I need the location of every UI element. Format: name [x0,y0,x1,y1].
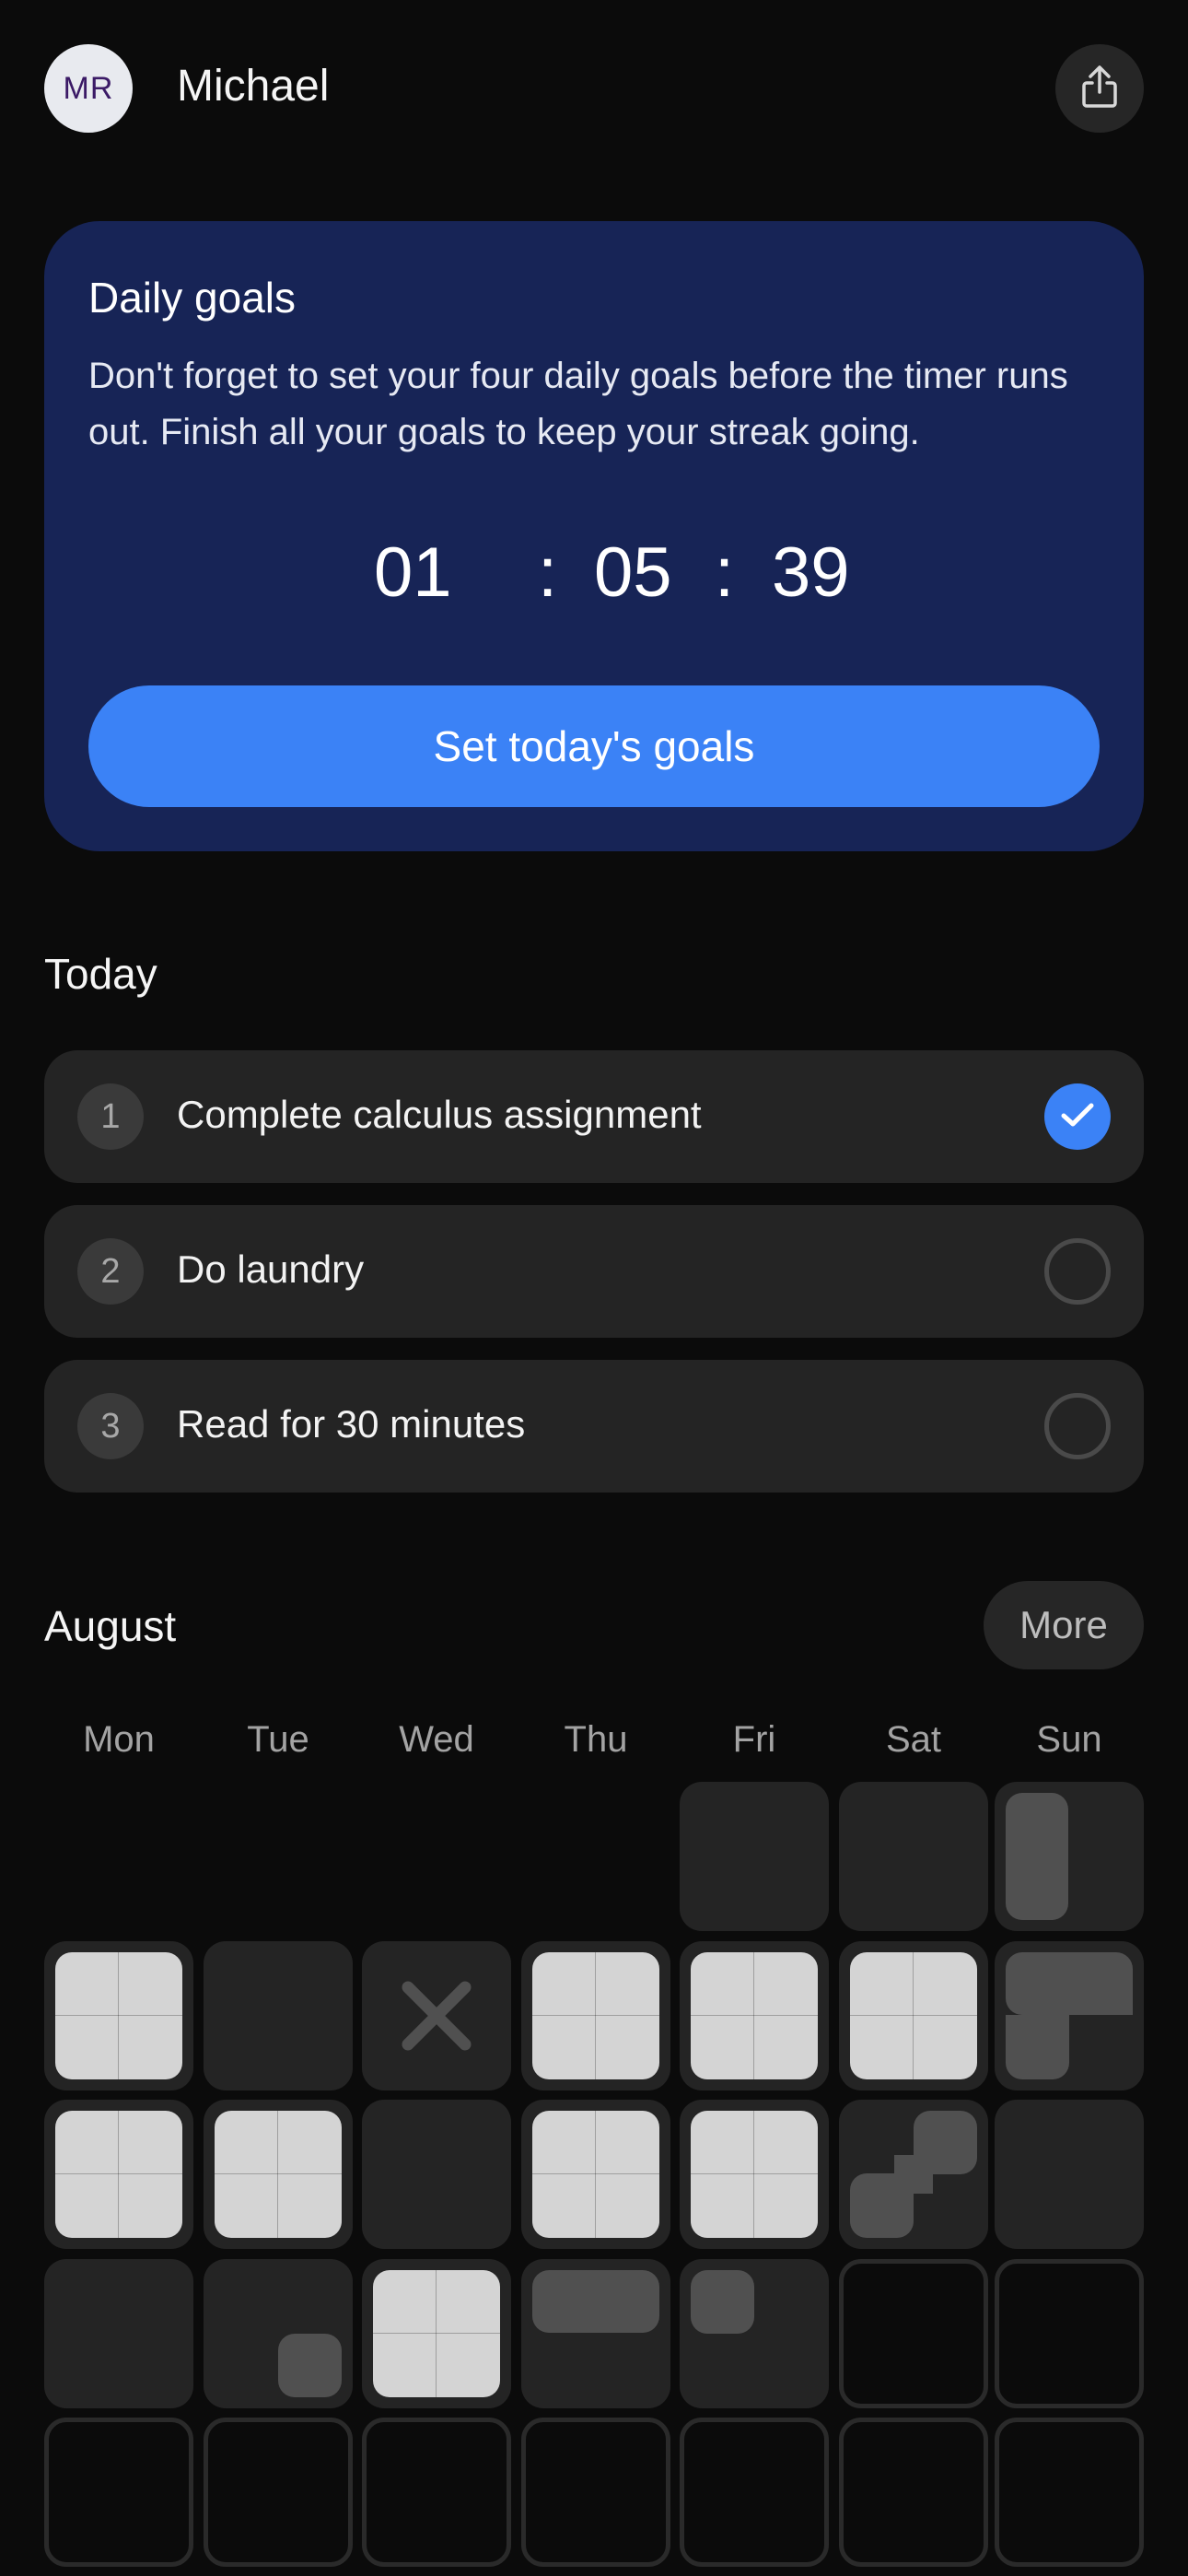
calendar-day[interactable] [521,1941,670,2090]
share-button[interactable] [1055,44,1144,133]
timer-seconds: 39 [772,533,850,612]
goal-fill [55,1952,182,2079]
user-name: Michael [177,62,330,111]
countdown-timer: 01 : 05 : 39 [44,533,1144,615]
calendar-day[interactable] [680,1941,829,2090]
weekday-label: Sat [885,1719,942,1760]
calendar-day-future [680,2418,829,2567]
goal-fill [215,2111,342,2238]
task-checkbox[interactable] [1044,1393,1111,1459]
calendar-day[interactable] [995,2100,1144,2249]
task-checkbox[interactable] [1044,1083,1111,1150]
avatar[interactable]: MR [44,44,133,133]
calendar-day[interactable] [839,1782,988,1931]
calendar-day[interactable] [362,1941,511,2090]
weekday-label: Wed [399,1719,474,1760]
calendar-day-future [44,2418,193,2567]
goal-fill [278,2334,342,2397]
calendar-month-title: August [44,1602,177,1650]
task-label: Do laundry [177,1247,365,1291]
goal-fill [532,2270,659,2333]
timer-minutes: 05 [594,533,672,612]
goal-fill [850,1952,977,2079]
weekday-label: Sun [1036,1719,1102,1760]
task-label: Read for 30 minutes [177,1402,526,1446]
calendar-day[interactable] [521,2100,670,2249]
calendar-day-future [521,2418,670,2567]
goal-fill [55,2111,182,2238]
weekday-label: Fri [732,1719,776,1760]
task-number: 1 [77,1083,144,1150]
share-icon [1079,64,1120,113]
calendar-day[interactable] [521,2259,670,2408]
calendar-day[interactable] [839,2100,988,2249]
calendar-day[interactable] [44,1941,193,2090]
daily-goals-card: Daily goals Don't forget to set your fou… [44,221,1144,851]
goal-fill [894,2155,933,2194]
checkmark-icon [1059,1100,1096,1134]
goal-fill [532,2111,659,2238]
calendar-day-future [362,2418,511,2567]
calendar-day[interactable] [44,2259,193,2408]
task-checkbox[interactable] [1044,1238,1111,1305]
task-number: 3 [77,1393,144,1459]
goal-fill [691,1952,818,2079]
goal-fill [691,2111,818,2238]
calendar-day[interactable] [44,2100,193,2249]
set-goals-button[interactable]: Set today's goals [88,685,1100,807]
task-item[interactable]: 2 Do laundry [44,1205,1144,1338]
timer-separator: : [715,533,735,612]
calendar-day-future [995,2418,1144,2567]
more-button[interactable]: More [984,1581,1144,1669]
calendar-day[interactable] [839,1941,988,2090]
calendar-day[interactable] [204,1941,353,2090]
calendar-day[interactable] [680,2100,829,2249]
calendar-day[interactable] [204,2100,353,2249]
timer-separator: : [538,533,558,612]
goal-fill [1006,2015,1069,2079]
task-number: 2 [77,1238,144,1305]
goal-fill [691,2270,754,2334]
calendar-day[interactable] [680,2259,829,2408]
daily-goals-description: Don't forget to set your four daily goal… [88,356,1068,452]
calendar-day-future [839,2259,988,2408]
today-title: Today [44,950,157,998]
task-item[interactable]: 1 Complete calculus assignment [44,1050,1144,1183]
weekday-label: Mon [83,1719,155,1760]
daily-goals-title: Daily goals [88,274,296,322]
calendar-day[interactable] [362,2100,511,2249]
calendar-day[interactable] [204,2259,353,2408]
calendar-day-future [204,2418,353,2567]
missed-x-icon [362,1941,511,2090]
goal-fill [373,2270,500,2397]
calendar-day-future [839,2418,988,2567]
task-label: Complete calculus assignment [177,1093,702,1136]
calendar-day[interactable] [362,2259,511,2408]
calendar-day-future [995,2259,1144,2408]
goal-fill [1006,1952,1133,2015]
calendar-day[interactable] [995,1941,1144,2090]
goal-fill [1006,1793,1068,1920]
weekday-label: Thu [564,1719,628,1760]
weekday-label: Tue [247,1719,309,1760]
timer-hours: 01 [374,533,452,612]
calendar-day[interactable] [680,1782,829,1931]
goal-fill [532,1952,659,2079]
task-item[interactable]: 3 Read for 30 minutes [44,1360,1144,1493]
calendar-day[interactable] [995,1782,1144,1931]
